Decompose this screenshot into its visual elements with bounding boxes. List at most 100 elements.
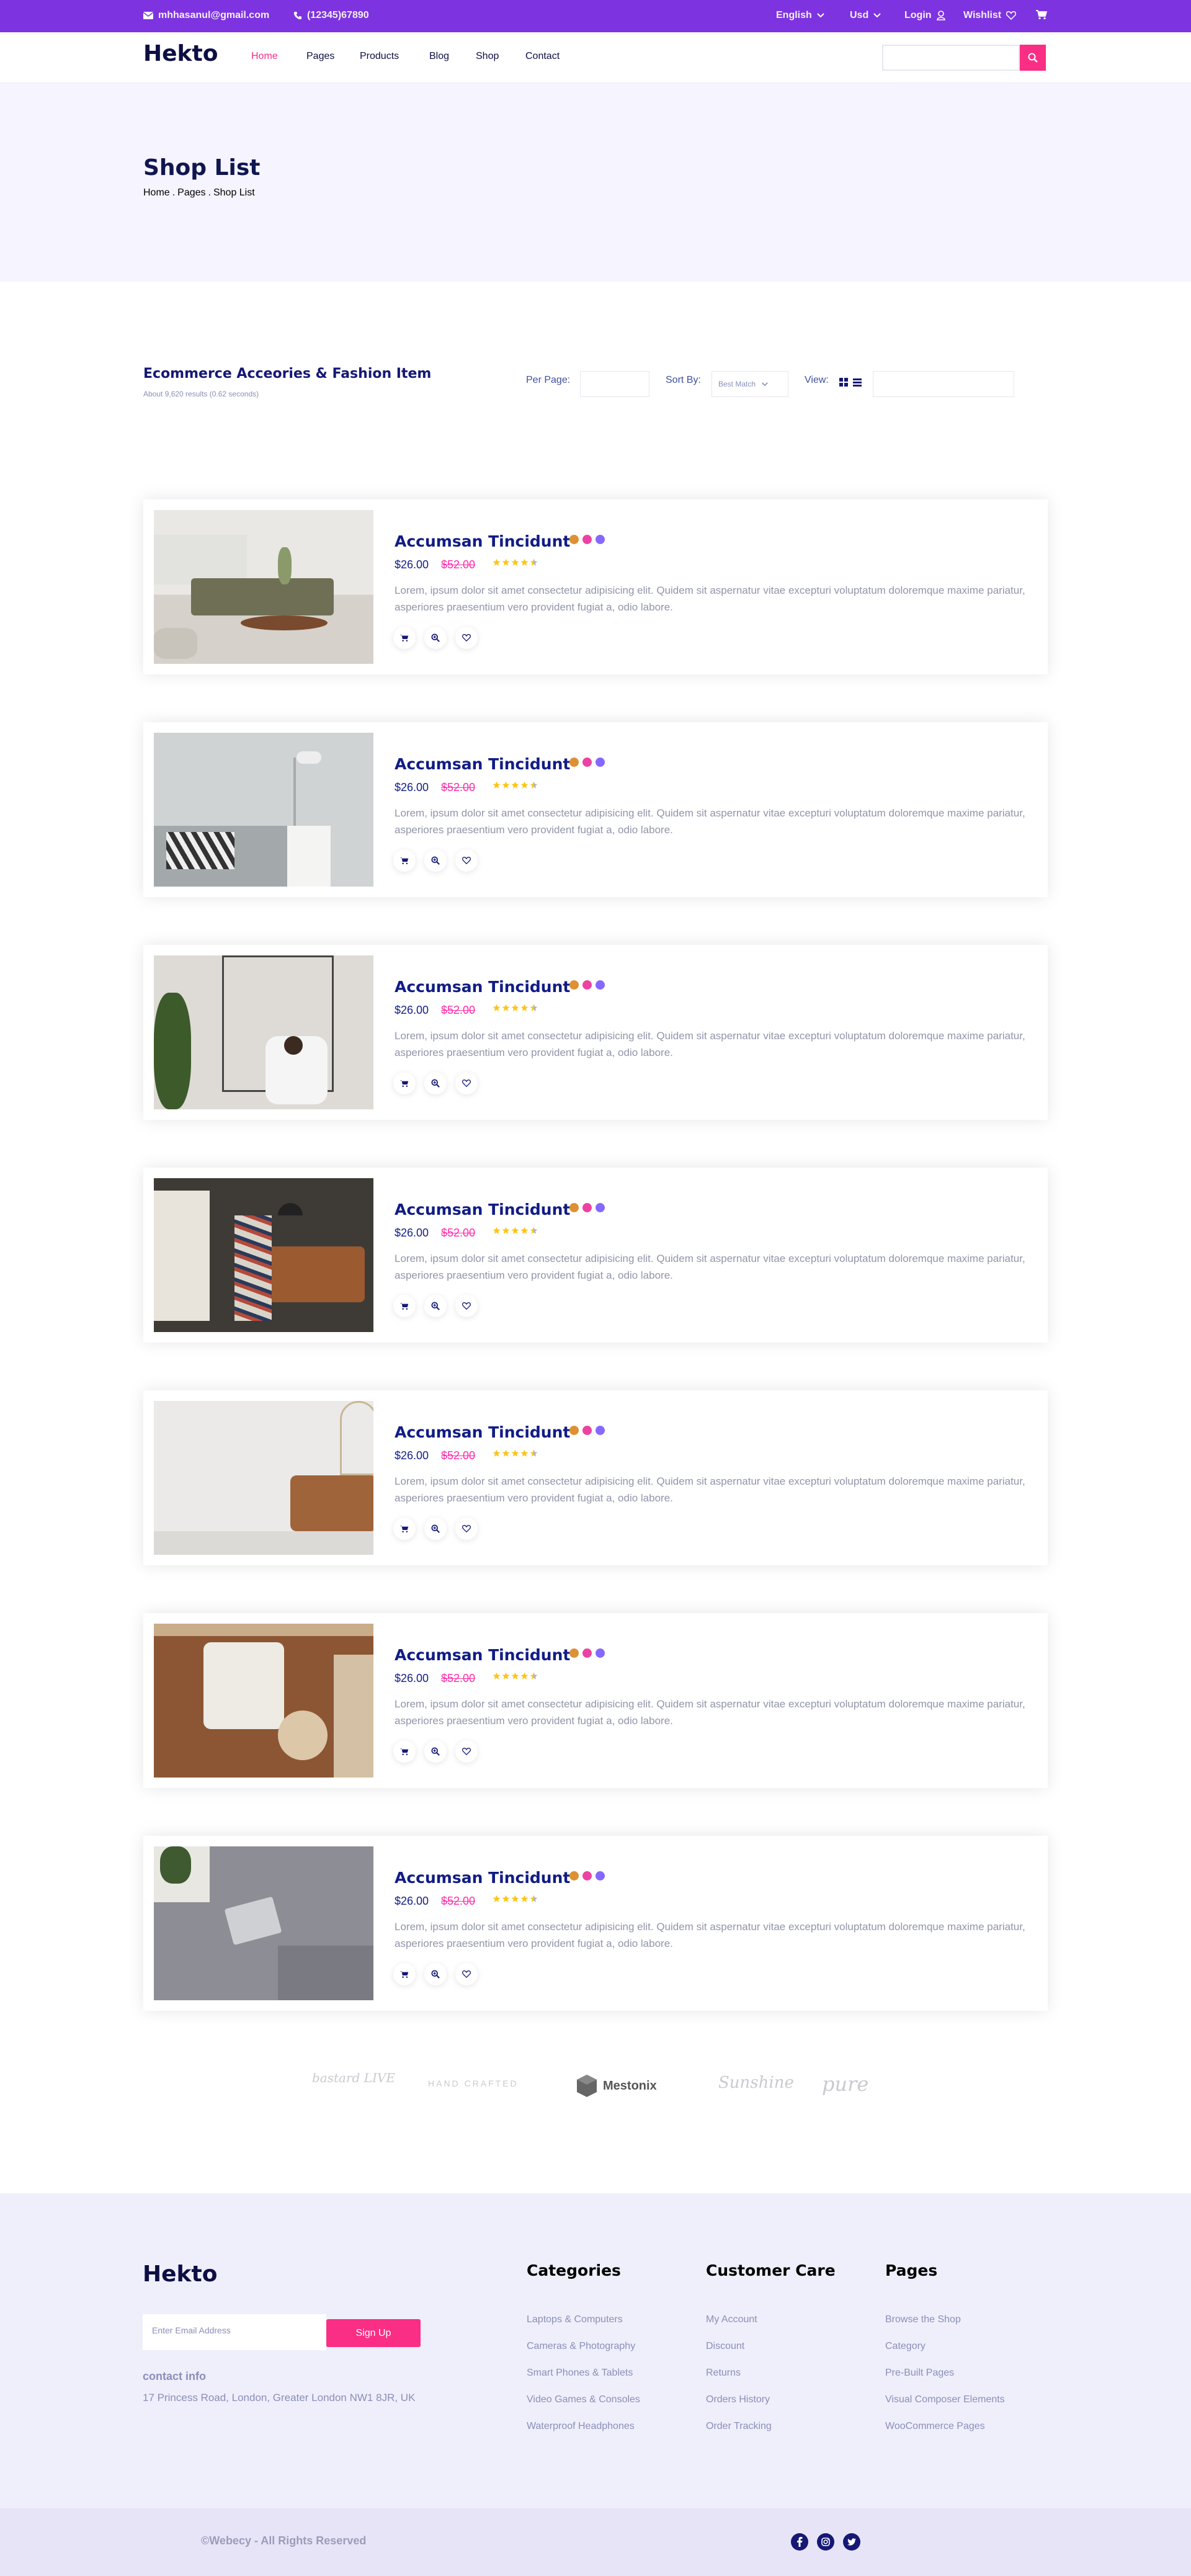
facebook-link[interactable] <box>791 2533 808 2551</box>
cart-button[interactable] <box>1036 10 1047 20</box>
nav-home[interactable]: Home <box>251 51 278 62</box>
color-swatch[interactable] <box>596 758 605 767</box>
add-to-cart-button[interactable] <box>393 1295 416 1317</box>
add-to-cart-button[interactable] <box>393 627 416 649</box>
footer-link[interactable]: Laptops & Computers <box>527 2314 623 2325</box>
add-to-cart-button[interactable] <box>393 1072 416 1094</box>
wishlist-link[interactable]: Wishlist <box>963 10 1017 21</box>
color-swatch[interactable] <box>569 1203 579 1212</box>
color-swatch[interactable] <box>596 535 605 544</box>
color-swatch[interactable] <box>582 1203 592 1212</box>
logo[interactable]: Hekto <box>143 41 218 66</box>
footer-link[interactable]: Smart Phones & Tablets <box>527 2368 633 2379</box>
product-card[interactable]: Accumsan Tincidunt $26.00 $52.00 Lorem, ips… <box>143 722 1048 897</box>
add-to-cart-button[interactable] <box>393 1740 416 1763</box>
nav-shop[interactable]: Shop <box>476 51 499 62</box>
wishlist-button[interactable] <box>455 849 478 872</box>
product-name[interactable]: Accumsan Tincidunt <box>395 1646 570 1664</box>
color-swatch[interactable] <box>582 535 592 544</box>
product-name[interactable]: Accumsan Tincidunt <box>395 532 570 550</box>
product-image[interactable] <box>154 1401 373 1555</box>
color-swatch[interactable] <box>569 1648 579 1658</box>
product-image[interactable] <box>154 510 373 664</box>
color-swatch[interactable] <box>596 1871 605 1881</box>
add-to-cart-button[interactable] <box>393 849 416 872</box>
wishlist-button[interactable] <box>455 1072 478 1094</box>
color-swatch[interactable] <box>569 535 579 544</box>
list-view-button[interactable] <box>853 378 862 390</box>
search-input[interactable] <box>882 45 1020 71</box>
product-image[interactable] <box>154 1846 373 2000</box>
add-to-cart-button[interactable] <box>393 1963 416 1985</box>
signup-button[interactable]: Sign Up <box>326 2319 421 2347</box>
product-image[interactable] <box>154 1624 373 1778</box>
footer-link[interactable]: My Account <box>706 2314 757 2325</box>
search-button[interactable] <box>1020 45 1046 71</box>
color-swatch[interactable] <box>569 1871 579 1881</box>
color-swatch[interactable] <box>596 1648 605 1658</box>
zoom-button[interactable] <box>424 1295 447 1317</box>
footer-link[interactable]: WooCommerce Pages <box>885 2421 985 2432</box>
product-card[interactable]: Accumsan Tincidunt $26.00 $52.00 Lorem, ips… <box>143 499 1048 674</box>
color-swatch[interactable] <box>569 1426 579 1435</box>
color-swatch[interactable] <box>582 980 592 990</box>
product-name[interactable]: Accumsan Tincidunt <box>395 1201 570 1219</box>
zoom-button[interactable] <box>424 1740 447 1763</box>
color-swatch[interactable] <box>582 758 592 767</box>
footer-link[interactable]: Category <box>885 2341 926 2352</box>
wishlist-button[interactable] <box>455 1740 478 1763</box>
footer-link[interactable]: Returns <box>706 2368 741 2379</box>
color-swatch[interactable] <box>582 1426 592 1435</box>
instagram-link[interactable] <box>817 2533 834 2551</box>
breadcrumb-home[interactable]: Home <box>143 187 170 199</box>
product-name[interactable]: Accumsan Tincidunt <box>395 1869 570 1887</box>
zoom-button[interactable] <box>424 1072 447 1094</box>
footer-link[interactable]: Cameras & Photography <box>527 2341 635 2352</box>
product-name[interactable]: Accumsan Tincidunt <box>395 978 570 996</box>
phone-contact[interactable]: (12345)67890 <box>293 10 369 21</box>
footer-link[interactable]: Waterproof Headphones <box>527 2421 635 2432</box>
language-select[interactable]: English <box>776 10 824 21</box>
product-image[interactable] <box>154 733 373 887</box>
product-card[interactable]: Accumsan Tincidunt $26.00 $52.00 Lorem, ips… <box>143 945 1048 1120</box>
product-name[interactable]: Accumsan Tincidunt <box>395 755 570 773</box>
wishlist-button[interactable] <box>455 1518 478 1540</box>
footer-logo[interactable]: Hekto <box>143 2261 217 2287</box>
login-link[interactable]: Login <box>904 10 945 21</box>
zoom-button[interactable] <box>424 849 447 872</box>
footer-link[interactable]: Video Games & Consoles <box>527 2394 640 2405</box>
product-name[interactable]: Accumsan Tincidunt <box>395 1423 570 1441</box>
product-image[interactable] <box>154 1178 373 1332</box>
wishlist-button[interactable] <box>455 1295 478 1317</box>
product-card[interactable]: Accumsan Tincidunt $26.00 $52.00 Lorem, ips… <box>143 1168 1048 1343</box>
product-card[interactable]: Accumsan Tincidunt $26.00 $52.00 Lorem, ips… <box>143 1390 1048 1565</box>
color-swatch[interactable] <box>582 1871 592 1881</box>
color-swatch[interactable] <box>582 1648 592 1658</box>
footer-link[interactable]: Browse the Shop <box>885 2314 961 2325</box>
color-swatch[interactable] <box>596 1426 605 1435</box>
per-page-input[interactable] <box>580 371 649 397</box>
add-to-cart-button[interactable] <box>393 1518 416 1540</box>
color-swatch[interactable] <box>596 980 605 990</box>
newsletter-email-input[interactable]: Enter Email Address <box>143 2314 326 2350</box>
footer-link[interactable]: Orders History <box>706 2394 770 2405</box>
breadcrumb-pages[interactable]: Pages <box>177 187 205 199</box>
footer-link[interactable]: Pre-Built Pages <box>885 2368 954 2379</box>
nav-products[interactable]: Products <box>360 51 399 62</box>
wishlist-button[interactable] <box>455 627 478 649</box>
color-swatch[interactable] <box>569 980 579 990</box>
view-input[interactable] <box>873 371 1014 397</box>
nav-contact[interactable]: Contact <box>525 51 560 62</box>
currency-select[interactable]: Usd <box>850 10 881 21</box>
color-swatch[interactable] <box>596 1203 605 1212</box>
color-swatch[interactable] <box>569 758 579 767</box>
email-contact[interactable]: mhhasanul@gmail.com <box>143 10 269 21</box>
nav-pages[interactable]: Pages <box>306 51 334 62</box>
product-image[interactable] <box>154 955 373 1109</box>
zoom-button[interactable] <box>424 627 447 649</box>
grid-view-button[interactable] <box>839 378 848 390</box>
zoom-button[interactable] <box>424 1963 447 1985</box>
twitter-link[interactable] <box>843 2533 860 2551</box>
nav-blog[interactable]: Blog <box>429 51 449 62</box>
footer-link[interactable]: Discount <box>706 2341 744 2352</box>
